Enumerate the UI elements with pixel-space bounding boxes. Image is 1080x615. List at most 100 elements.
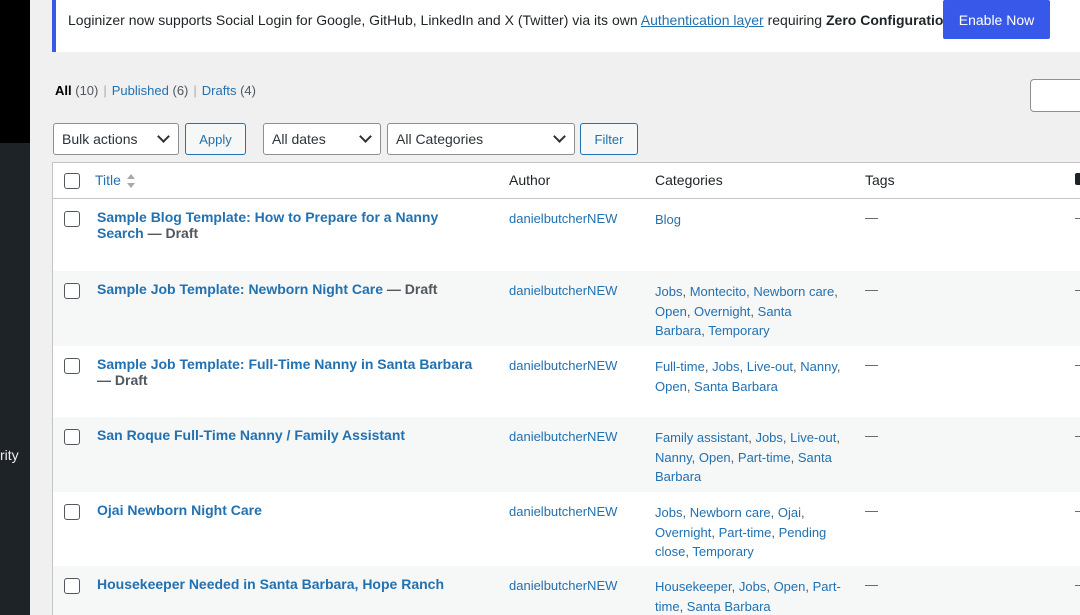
view-drafts-count: (4) [240, 83, 256, 98]
category-link[interactable]: Part-time [738, 450, 791, 465]
filter-button[interactable]: Filter [580, 123, 638, 155]
tags-cell: — [865, 357, 878, 372]
authentication-layer-link[interactable]: Authentication layer [641, 12, 764, 28]
view-published-count: (6) [172, 83, 189, 98]
author-link[interactable]: danielbutcherNEW [509, 283, 617, 298]
column-author-header: Author [509, 172, 551, 188]
category-link[interactable]: Montecito [690, 284, 746, 299]
sort-icon [126, 174, 135, 189]
row-checkbox[interactable] [64, 358, 80, 374]
view-all-link[interactable]: All [55, 83, 72, 98]
categories-filter-select[interactable]: All Categories [387, 123, 575, 155]
row-checkbox[interactable] [64, 283, 80, 299]
categories-cell: Family assistant, Jobs, Live-out, Nanny,… [655, 430, 841, 484]
apply-button[interactable]: Apply [185, 123, 246, 155]
post-state: — Draft [383, 281, 438, 297]
category-link[interactable]: Nanny [655, 450, 692, 465]
post-state: — Draft [143, 225, 199, 241]
zero-configuration-text: Zero Configuration. [825, 12, 956, 28]
author-cell: danielbutcherNEW [509, 504, 617, 519]
view-published-link[interactable]: Published [112, 83, 169, 98]
category-link[interactable]: Live-out [790, 430, 836, 445]
tags-cell: — [865, 210, 878, 225]
category-link[interactable]: Open [774, 579, 806, 594]
select-all-checkbox[interactable] [64, 173, 80, 189]
categories-cell: Blog [655, 210, 845, 230]
category-link[interactable]: Jobs [739, 579, 766, 594]
category-link[interactable]: Jobs [655, 505, 682, 520]
view-drafts-link[interactable]: Drafts [202, 83, 237, 98]
category-link[interactable]: Newborn care [753, 284, 834, 299]
comments-cell: — [1075, 503, 1080, 518]
category-link[interactable]: Overnight [655, 525, 711, 540]
category-link[interactable]: Full-time [655, 359, 705, 374]
categories-cell: Jobs, Montecito, Newborn care, Open, Ove… [655, 284, 838, 338]
category-link[interactable]: Overnight [694, 304, 750, 319]
tags-cell: — [865, 503, 878, 518]
tags-cell: — [865, 282, 878, 297]
post-title-link[interactable]: Sample Job Template: Full-Time Nanny in … [97, 356, 472, 372]
category-link[interactable]: Jobs [755, 430, 782, 445]
categories-cell: Full-time, Jobs, Live-out, Nanny, Open, … [655, 359, 841, 394]
category-link[interactable]: Santa Barbara [694, 379, 778, 394]
author-cell: danielbutcherNEW [509, 578, 617, 593]
column-categories-header: Categories [655, 172, 723, 188]
comments-cell: — [1075, 577, 1080, 592]
author-link[interactable]: danielbutcherNEW [509, 578, 617, 593]
table-header: Title Author Categories Tags [53, 163, 1080, 199]
author-cell: danielbutcherNEW [509, 429, 617, 444]
tags-cell: — [865, 577, 878, 592]
category-link[interactable]: Open [655, 304, 687, 319]
post-status-views: All (10) | Published (6) | Drafts (4) [55, 83, 256, 98]
category-link[interactable]: Santa Barbara [687, 599, 771, 614]
post-title-link[interactable]: Ojai Newborn Night Care [97, 502, 262, 518]
category-link[interactable]: Part-time [719, 525, 772, 540]
post-title-link[interactable]: Housekeeper Needed in Santa Barbara, Hop… [97, 576, 444, 592]
category-link[interactable]: Jobs [712, 359, 739, 374]
view-all-count: (10) [75, 83, 99, 98]
author-cell: danielbutcherNEW [509, 358, 617, 373]
row-checkbox[interactable] [64, 211, 80, 227]
loginizer-notice: Loginizer now supports Social Login for … [52, 0, 1080, 52]
category-link[interactable]: Open [699, 450, 731, 465]
author-link[interactable]: danielbutcherNEW [509, 429, 617, 444]
author-link[interactable]: danielbutcherNEW [509, 504, 617, 519]
categories-cell: Jobs, Newborn care, Ojai, Overnight, Par… [655, 505, 827, 559]
admin-sidebar: rity [0, 0, 30, 615]
comments-icon [1075, 173, 1080, 185]
author-link[interactable]: danielbutcherNEW [509, 211, 617, 226]
sidebar-menu-top [0, 0, 30, 143]
category-link[interactable]: Ojai [778, 505, 801, 520]
table-row: Housekeeper Needed in Santa Barbara, Hop… [53, 566, 1080, 615]
category-link[interactable]: Blog [655, 212, 681, 227]
category-link[interactable]: Temporary [708, 323, 769, 338]
enable-now-button[interactable]: Enable Now [943, 0, 1050, 39]
category-link[interactable]: Nanny [800, 359, 837, 374]
post-title-link[interactable]: San Roque Full-Time Nanny / Family Assis… [97, 427, 405, 443]
comments-cell: — [1075, 428, 1080, 443]
category-link[interactable]: Live-out [747, 359, 793, 374]
post-title-link[interactable]: Sample Job Template: Newborn Night Care [97, 281, 383, 297]
sidebar-item-security-label[interactable]: rity [0, 447, 19, 463]
row-checkbox[interactable] [64, 429, 80, 445]
search-posts-input[interactable] [1030, 79, 1080, 112]
table-row: Sample Job Template: Newborn Night Care … [53, 271, 1080, 346]
author-link[interactable]: danielbutcherNEW [509, 358, 617, 373]
category-link[interactable]: Temporary [692, 544, 753, 559]
chevron-down-icon [553, 130, 566, 143]
post-title-cell: Ojai Newborn Night Care [97, 502, 487, 518]
bulk-actions-select[interactable]: Bulk actions [53, 123, 179, 155]
column-title-header[interactable]: Title [95, 172, 135, 189]
categories-cell: Housekeeper, Jobs, Open, Part-time, Sant… [655, 579, 841, 614]
row-checkbox[interactable] [64, 578, 80, 594]
table-row: Sample Job Template: Full-Time Nanny in … [53, 346, 1080, 417]
category-link[interactable]: Family assistant [655, 430, 748, 445]
category-link[interactable]: Newborn care [690, 505, 771, 520]
row-checkbox[interactable] [64, 504, 80, 520]
dates-filter-select[interactable]: All dates [263, 123, 381, 155]
post-title-cell: Sample Job Template: Full-Time Nanny in … [97, 356, 487, 388]
category-link[interactable]: Housekeeper [655, 579, 732, 594]
chevron-down-icon [157, 130, 170, 143]
category-link[interactable]: Jobs [655, 284, 682, 299]
category-link[interactable]: Open [655, 379, 687, 394]
